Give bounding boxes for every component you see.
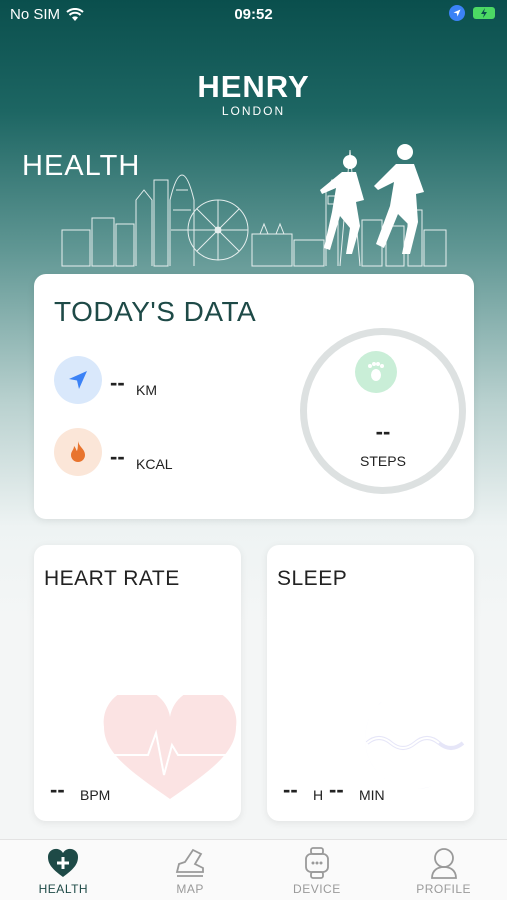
sleep-hours-unit: H [313, 787, 324, 803]
calories-icon-badge [54, 428, 102, 476]
tab-health-label: HEALTH [38, 882, 89, 896]
status-right [449, 5, 495, 21]
todays-data-card[interactable]: TODAY'S DATA -- KM -- KCAL -- STEPS [34, 274, 474, 519]
distance-icon-badge [54, 356, 102, 404]
steps-icon-badge [355, 351, 397, 393]
sleep-card[interactable]: SLEEP -- H -- MIN [267, 545, 474, 821]
shoe-icon [175, 848, 205, 877]
tab-device[interactable]: DEVICE [254, 840, 381, 900]
heart-rate-title: HEART RATE [44, 567, 180, 590]
steps-value: -- [375, 419, 391, 444]
steps-unit: STEPS [360, 453, 406, 469]
battery-icon [473, 7, 495, 19]
tab-profile-label: PROFILE [416, 882, 472, 896]
calories-unit: KCAL [136, 456, 173, 472]
flame-icon [71, 441, 85, 462]
tab-map[interactable]: MAP [127, 840, 254, 900]
sleep-title: SLEEP [277, 567, 348, 590]
sleep-minutes-value: -- [329, 777, 344, 802]
bottom-tab-bar: HEALTH MAP DEVICE PROFILE [0, 839, 507, 900]
distance-value: -- [110, 370, 125, 395]
tab-health[interactable]: HEALTH [0, 840, 127, 900]
calories-value: -- [110, 444, 125, 469]
page-title: HEALTH [22, 150, 141, 182]
brand-subtitle: LONDON [221, 104, 286, 118]
person-icon [430, 848, 457, 879]
distance-unit: KM [136, 382, 157, 398]
heartbeat-icon [103, 695, 237, 799]
status-time: 09:52 [234, 6, 273, 23]
brand-name: HENRY [197, 69, 310, 104]
sleep-minutes-unit: MIN [359, 787, 385, 803]
heart-plus-icon [48, 848, 79, 877]
status-bar: No SIM 09:52 [0, 0, 507, 28]
watch-icon [304, 847, 329, 879]
sleep-hours-value: -- [283, 777, 298, 802]
footprint-icon [368, 362, 384, 381]
location-services-icon [449, 5, 465, 21]
heart-rate-card[interactable]: HEART RATE -- BPM [34, 545, 241, 821]
heart-rate-unit: BPM [80, 787, 111, 803]
tab-profile[interactable]: PROFILE [380, 840, 507, 900]
location-arrow-icon [69, 371, 87, 389]
brand-logo: HENRY LONDON [0, 69, 507, 118]
todays-data-title: TODAY'S DATA [54, 296, 257, 327]
tab-map-label: MAP [176, 882, 204, 896]
steps-ring: -- STEPS [300, 328, 466, 494]
tab-device-label: DEVICE [293, 882, 341, 896]
heart-rate-value: -- [50, 777, 65, 802]
